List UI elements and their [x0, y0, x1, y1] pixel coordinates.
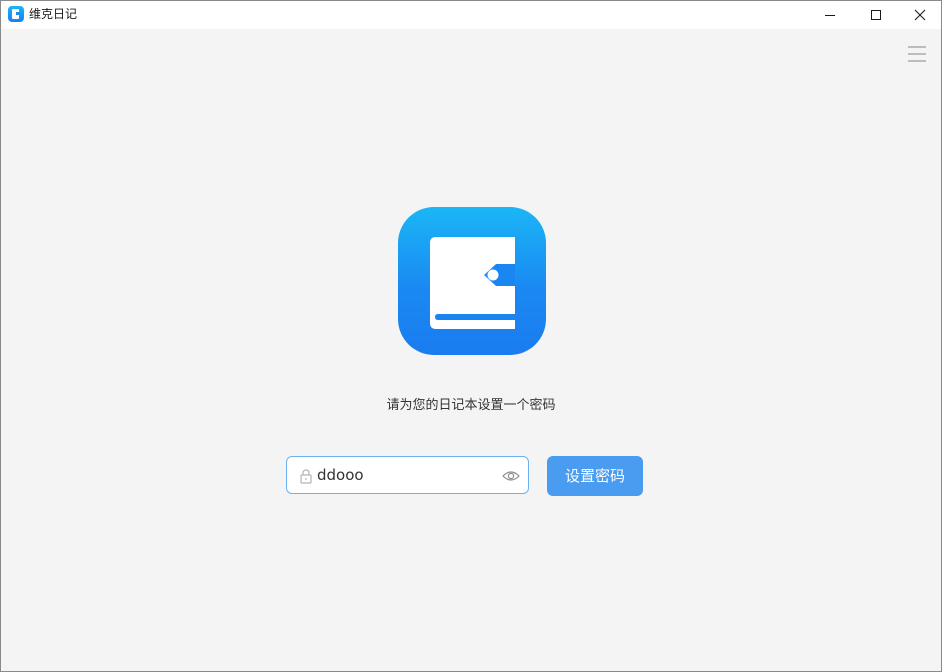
- close-button[interactable]: [897, 1, 941, 29]
- menu-button[interactable]: [905, 43, 929, 65]
- title-bar[interactable]: 维克日记: [1, 1, 941, 29]
- minimize-icon: [825, 15, 835, 16]
- close-icon: [914, 9, 926, 21]
- lock-icon: [300, 469, 312, 484]
- minimize-button[interactable]: [807, 1, 853, 29]
- password-field[interactable]: [286, 456, 529, 494]
- set-password-button[interactable]: 设置密码: [547, 456, 643, 496]
- window-title: 维克日记: [29, 7, 78, 21]
- maximize-button[interactable]: [853, 1, 899, 29]
- hamburger-menu-icon: [908, 46, 926, 62]
- eye-icon[interactable]: [502, 468, 520, 484]
- app-window: 维克日记 请为您的日记本设置一个密码 ddooo 设置密码: [0, 0, 942, 672]
- notebook-icon: [430, 237, 515, 329]
- app-logo-icon: [8, 6, 24, 22]
- app-logo: [398, 207, 546, 355]
- password-prompt: 请为您的日记本设置一个密码: [386, 398, 556, 413]
- password-input[interactable]: [317, 463, 497, 487]
- maximize-icon: [871, 10, 881, 20]
